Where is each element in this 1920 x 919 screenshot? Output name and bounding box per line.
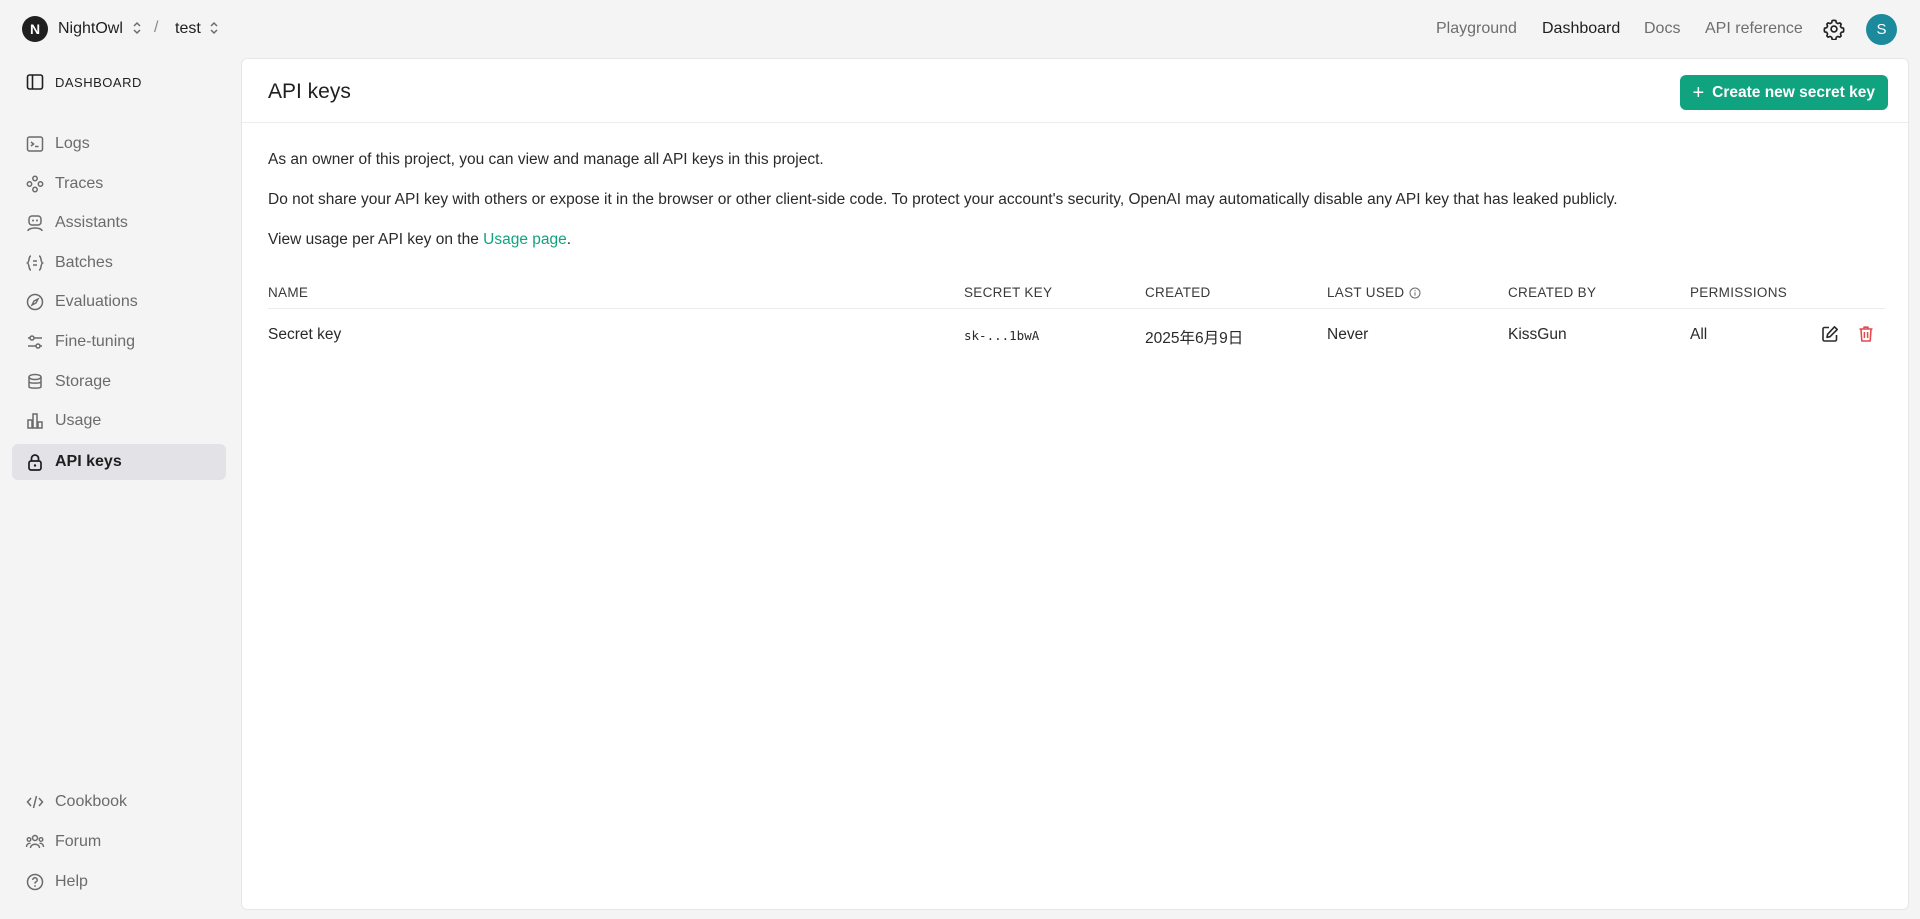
sidebar-item-label: Storage [55,373,112,390]
sidebar-item-traces[interactable]: Traces [12,166,226,202]
create-secret-key-label: Create new secret key [1712,83,1875,101]
sidebar-item-forum[interactable]: Forum [12,824,226,860]
sidebar-item-label: Evaluations [55,293,138,310]
secret-key-value: sk-...1bwA [964,328,1040,343]
people-icon [25,834,45,849]
sidebar-item-label: Logs [55,135,90,152]
sidebar-item-usage[interactable]: Usage [12,403,226,439]
usage-note: View usage per API key on the Usage page… [268,231,571,249]
sidebar-item-help[interactable]: Help [12,864,226,900]
sidebar-item-label: Traces [55,175,104,192]
sidebar-item-label: Forum [55,833,102,850]
top-bar: N NightOwl / test Playground Dashboard D… [0,0,1920,58]
sidebar-item-fine-tuning[interactable]: Fine-tuning [12,324,226,360]
traces-icon [26,175,44,193]
sidebar-header-label: DASHBOARD [55,74,142,90]
sidebar-item-label: Fine-tuning [55,333,136,350]
batches-icon [25,255,45,271]
key-name: Secret key [268,326,342,343]
sidebar-item-evaluations[interactable]: Evaluations [12,284,226,320]
plus-icon: + [1692,81,1705,104]
gear-icon[interactable] [1823,18,1845,40]
column-header-name: NAME [268,285,309,300]
trash-icon[interactable] [1856,324,1876,344]
sidebar-item-storage[interactable]: Storage [12,364,226,400]
sidebar-item-label: API keys [55,453,122,470]
panel-header: API keys + Create new secret key [242,59,1908,123]
bar-chart-icon [27,413,43,429]
lock-icon [28,454,42,471]
column-header-last-used: LAST USED [1327,285,1421,300]
compass-icon [26,293,44,311]
terminal-icon [26,136,44,152]
sidebar-item-cookbook[interactable]: Cookbook [12,784,226,820]
create-secret-key-button[interactable]: + Create new secret key [1680,75,1888,110]
usage-note-suffix: . [566,231,572,248]
sidebar-item-label: Help [55,873,88,890]
info-icon[interactable] [1409,287,1421,299]
help-icon [26,873,44,891]
sidebar-header[interactable]: DASHBOARD [12,72,142,92]
main-panel: API keys + Create new secret key As an o… [241,58,1909,910]
usage-page-link[interactable]: Usage page [483,231,567,248]
last-used: Never [1327,326,1369,343]
sidebar-item-assistants[interactable]: Assistants [12,205,226,241]
column-header-created: CREATED [1145,285,1211,300]
sidebar-item-api-keys[interactable]: API keys [12,444,226,480]
sliders-icon [28,335,42,349]
project-switcher[interactable]: test [175,20,201,38]
nav-dashboard[interactable]: Dashboard [1542,20,1620,38]
column-header-permissions: PERMISSIONS [1690,285,1788,300]
sidebar-item-label: Cookbook [55,793,128,810]
org-avatar[interactable]: N [22,16,48,42]
table-header-divider [268,308,1885,309]
usage-note-prefix: View usage per API key on the [268,231,484,248]
edit-icon[interactable] [1820,324,1840,344]
owner-description: As an owner of this project, you can vie… [268,151,824,168]
sidebar-item-batches[interactable]: Batches [12,245,226,281]
user-avatar[interactable]: S [1866,14,1897,45]
sidebar-toggle-icon[interactable] [25,72,45,92]
sidebar-item-label: Batches [55,254,113,271]
sidebar-item-label: Usage [55,412,102,429]
nav-api-reference[interactable]: API reference [1705,20,1803,38]
security-warning: Do not share your API key with others or… [268,191,1618,208]
page-title: API keys [268,80,351,103]
code-icon [26,795,44,809]
created-by: KissGun [1508,326,1567,343]
breadcrumb-separator: / [154,19,159,36]
created-date: 2025年6月9日 [1145,330,1244,347]
sidebar: DASHBOARD Logs Traces Assistants Batches… [0,58,240,919]
chevron-updown-icon[interactable] [209,20,219,36]
column-header-created-by: CREATED BY [1508,285,1597,300]
database-icon [28,373,42,389]
column-header-last-used-label: LAST USED [1327,285,1405,300]
nav-docs[interactable]: Docs [1644,20,1680,38]
sidebar-item-label: Assistants [55,214,128,231]
assistant-icon [27,215,43,232]
sidebar-item-logs[interactable]: Logs [12,126,226,162]
nav-playground[interactable]: Playground [1436,20,1517,38]
org-switcher[interactable]: NightOwl [58,20,123,38]
chevron-updown-icon[interactable] [132,20,142,36]
column-header-secret-key: SECRET KEY [964,285,1053,300]
permissions: All [1690,326,1708,343]
